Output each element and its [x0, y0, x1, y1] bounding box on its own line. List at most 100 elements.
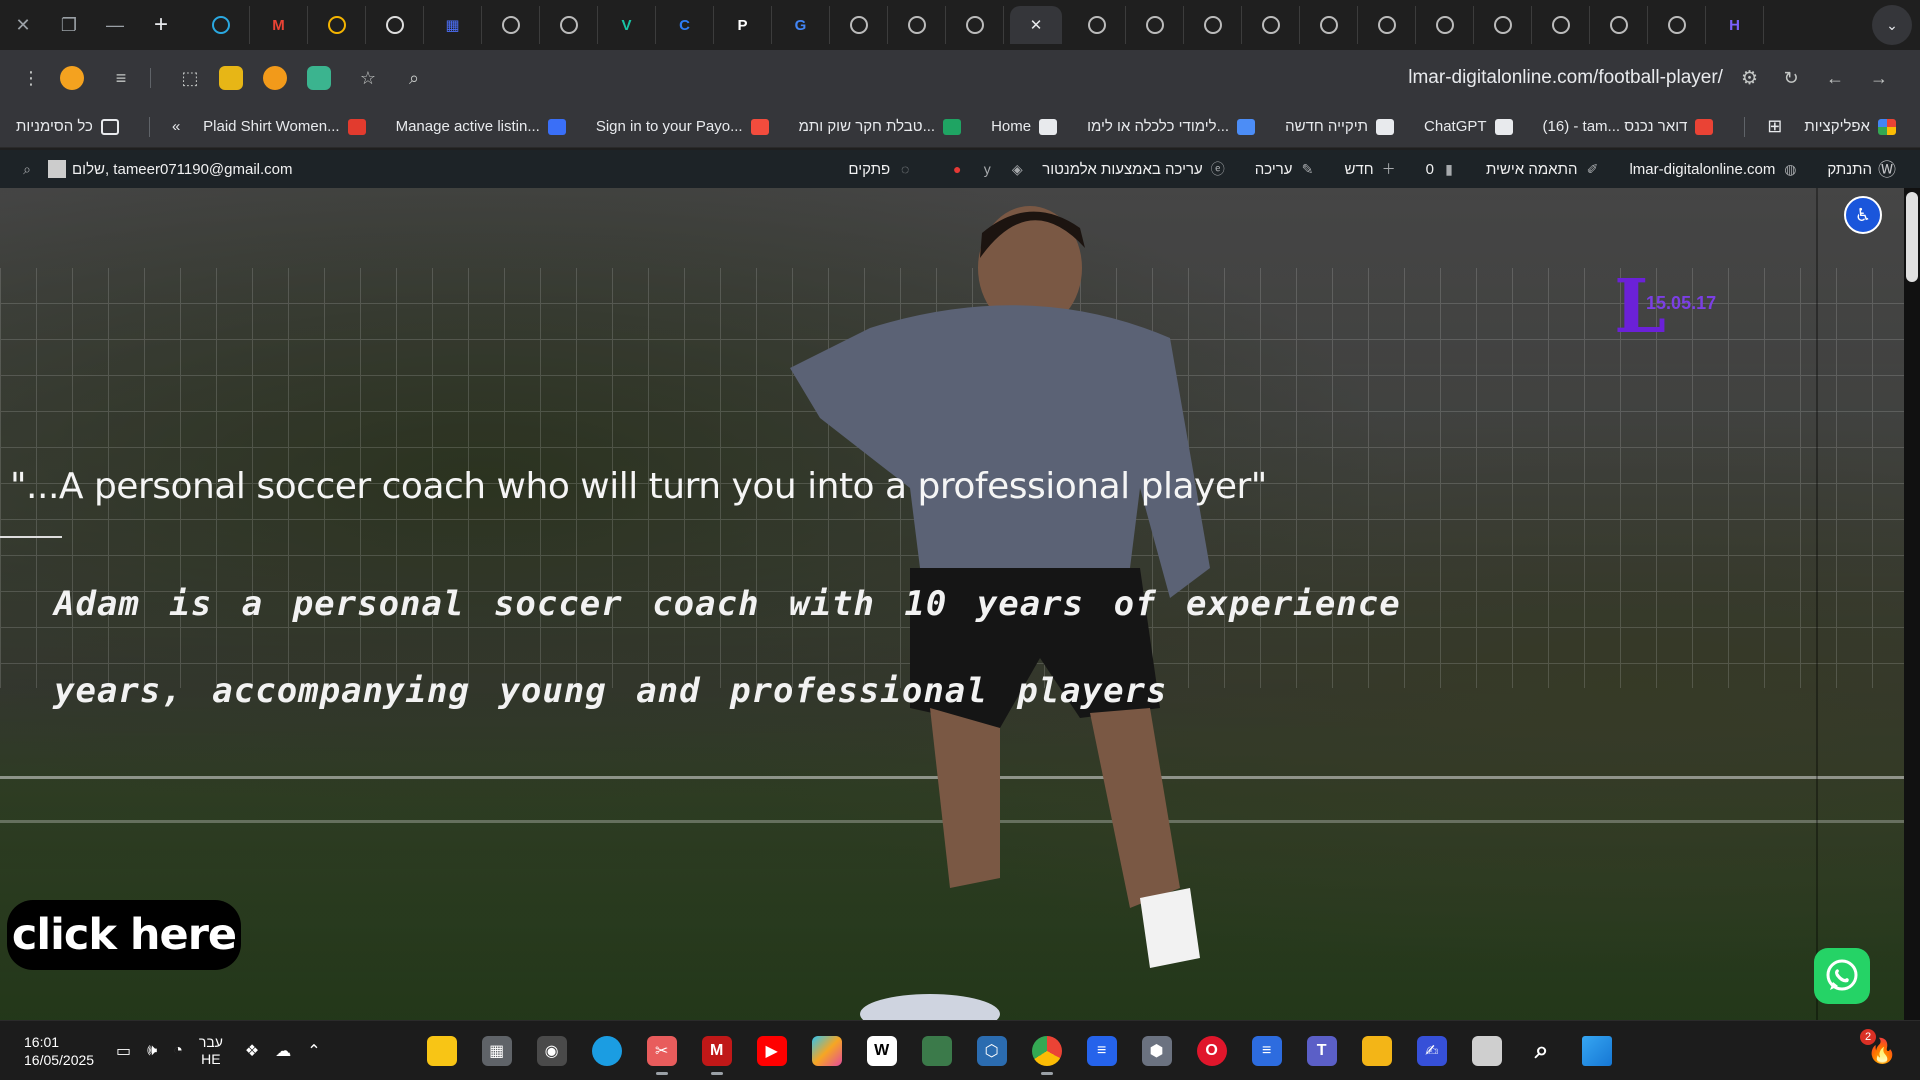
user-greeting[interactable]: שלום, tameer071190@gmail.com: [72, 161, 293, 178]
browser-tab[interactable]: [366, 6, 424, 44]
profile-avatar[interactable]: [60, 66, 84, 90]
copilot-icon[interactable]: [811, 1035, 842, 1066]
opera-icon[interactable]: O: [1196, 1035, 1227, 1066]
scrollbar-thumb[interactable]: [1906, 192, 1918, 282]
all-bookmarks[interactable]: כל הסימניות: [16, 118, 127, 135]
wikipedia-icon[interactable]: W: [866, 1035, 897, 1066]
comments-counter[interactable]: 0 ▮: [1426, 160, 1464, 178]
browser-tab[interactable]: [1532, 6, 1590, 44]
diamond-icon[interactable]: ◈: [1008, 160, 1026, 178]
browser-tab[interactable]: M: [250, 6, 308, 44]
forward-icon[interactable]: →: [1862, 61, 1896, 95]
browser-tab[interactable]: [1126, 6, 1184, 44]
active-tab[interactable]: ✕: [1010, 6, 1062, 44]
new-tab-button[interactable]: +: [138, 0, 184, 50]
more-bookmarks-icon[interactable]: «: [172, 118, 180, 135]
browser-tab[interactable]: [1416, 6, 1474, 44]
browser-tab[interactable]: P: [714, 6, 772, 44]
tray-overflow-icon[interactable]: ⌃: [307, 1041, 320, 1061]
bookmark-item[interactable]: ChatGPT: [1424, 118, 1521, 135]
browser-tab[interactable]: [1358, 6, 1416, 44]
edge-icon[interactable]: [591, 1035, 622, 1066]
chrome-icon[interactable]: [1031, 1035, 1062, 1075]
file-explorer-icon[interactable]: [1361, 1035, 1392, 1066]
wifi-icon[interactable]: ◔: [173, 1042, 183, 1060]
grid-icon[interactable]: ⊞: [1767, 116, 1782, 137]
pen-app-icon[interactable]: ✍: [1416, 1035, 1447, 1066]
browser-tab[interactable]: [192, 6, 250, 44]
browser-tab[interactable]: [540, 6, 598, 44]
wp-logout[interactable]: התנתק Ⓦ: [1827, 160, 1902, 180]
snipping-tool-icon[interactable]: ✂: [646, 1035, 677, 1075]
bookmark-item[interactable]: Manage active listin...: [396, 118, 574, 135]
address-bar[interactable]: lmar-digitalonline.com/football-player/ …: [443, 67, 1774, 90]
bookmark-item[interactable]: Home: [991, 118, 1065, 135]
restore-window-icon[interactable]: ❐: [46, 0, 92, 50]
browser-tab[interactable]: [1242, 6, 1300, 44]
volume-icon[interactable]: 🕪: [147, 1042, 157, 1060]
url-text[interactable]: lmar-digitalonline.com/football-player/: [1408, 67, 1723, 89]
start-icon[interactable]: [1581, 1035, 1612, 1066]
system-clock[interactable]: 16:01 16/05/2025: [0, 1033, 96, 1069]
teams-icon[interactable]: T: [1306, 1035, 1337, 1066]
new-content[interactable]: חדש ＋: [1344, 160, 1403, 178]
edit-with-elementor[interactable]: עריכה באמצעות אלמנטור ⓔ: [1042, 160, 1233, 178]
browser-tab[interactable]: [946, 6, 1004, 44]
site-name-menu[interactable]: lmar-digitalonline.com ◍: [1629, 160, 1805, 178]
browser-tab[interactable]: [1474, 6, 1532, 44]
site-logo[interactable]: L 15.05.17: [1614, 270, 1716, 344]
camera-icon[interactable]: ◉: [536, 1035, 567, 1066]
reload-icon[interactable]: ↻: [1774, 61, 1808, 95]
browser-tab[interactable]: H: [1706, 6, 1764, 44]
3d-box-icon[interactable]: ⬡: [976, 1035, 1007, 1066]
tab-search-button[interactable]: ⌄: [1872, 5, 1912, 45]
browser-tab[interactable]: V: [598, 6, 656, 44]
browser-tab[interactable]: [888, 6, 946, 44]
bookmark-item[interactable]: לימודי כלכלה או לימו...: [1087, 118, 1263, 135]
browser-tab[interactable]: [482, 6, 540, 44]
docs-icon[interactable]: ≡: [1086, 1035, 1117, 1066]
extensions-icon[interactable]: ⬚: [173, 61, 207, 95]
map-app-icon[interactable]: [921, 1035, 952, 1066]
notes-app-icon[interactable]: ≡: [1251, 1035, 1282, 1066]
zoom-icon[interactable]: ⌕: [397, 61, 431, 95]
browser-tab[interactable]: [1184, 6, 1242, 44]
back-icon[interactable]: ←: [1818, 61, 1852, 95]
box-app-icon[interactable]: ⬢: [1141, 1035, 1172, 1066]
apps-shortcut[interactable]: אפליקציות: [1804, 118, 1904, 135]
youtube-icon[interactable]: ▶: [756, 1035, 787, 1066]
bookmark-star-icon[interactable]: ☆: [351, 61, 385, 95]
search-icon[interactable]: ⌕: [1527, 1036, 1557, 1066]
calculator-icon[interactable]: ▦: [481, 1035, 512, 1066]
browser-tab[interactable]: G: [772, 6, 830, 44]
minimize-window-icon[interactable]: —: [92, 0, 138, 50]
record-dot-icon[interactable]: ●: [948, 160, 966, 178]
yoast-icon[interactable]: y: [978, 160, 996, 178]
sticky-notes-icon[interactable]: [426, 1035, 457, 1066]
customize-menu[interactable]: התאמה אישית ✐: [1486, 160, 1608, 178]
dropbox-icon[interactable]: ❖: [245, 1041, 259, 1061]
edit-page[interactable]: עריכה ✎: [1255, 160, 1323, 178]
bookmark-item[interactable]: תיקייה חדשה: [1285, 118, 1402, 135]
whatsapp-icon[interactable]: [1814, 948, 1870, 1004]
mcafee-icon[interactable]: M: [701, 1035, 732, 1075]
bookmark-item[interactable]: Plaid Shirt Women...: [203, 118, 373, 135]
browser-tab[interactable]: C: [656, 6, 714, 44]
browser-tab[interactable]: [1648, 6, 1706, 44]
snippets-menu[interactable]: פתקים ◌: [848, 160, 920, 178]
language-switcher[interactable]: עבר HE: [199, 1034, 223, 1068]
accessibility-button[interactable]: ♿: [1844, 196, 1882, 234]
browser-tab[interactable]: [1590, 6, 1648, 44]
extension-orange-icon[interactable]: [263, 66, 287, 90]
close-window-icon[interactable]: ✕: [0, 0, 46, 50]
extension-green-icon[interactable]: [307, 66, 331, 90]
bookmark-item[interactable]: טבלת חקר שוק ותמ...: [799, 118, 970, 135]
user-avatar[interactable]: [48, 160, 66, 178]
onedrive-icon[interactable]: ☁: [275, 1041, 291, 1061]
browser-tab[interactable]: ▦: [424, 6, 482, 44]
page-scrollbar[interactable]: [1904, 188, 1920, 1020]
browser-tab[interactable]: [308, 6, 366, 44]
browser-tab[interactable]: [830, 6, 888, 44]
browser-tab[interactable]: [1068, 6, 1126, 44]
bookmark-item[interactable]: Sign in to your Payo...: [596, 118, 777, 135]
